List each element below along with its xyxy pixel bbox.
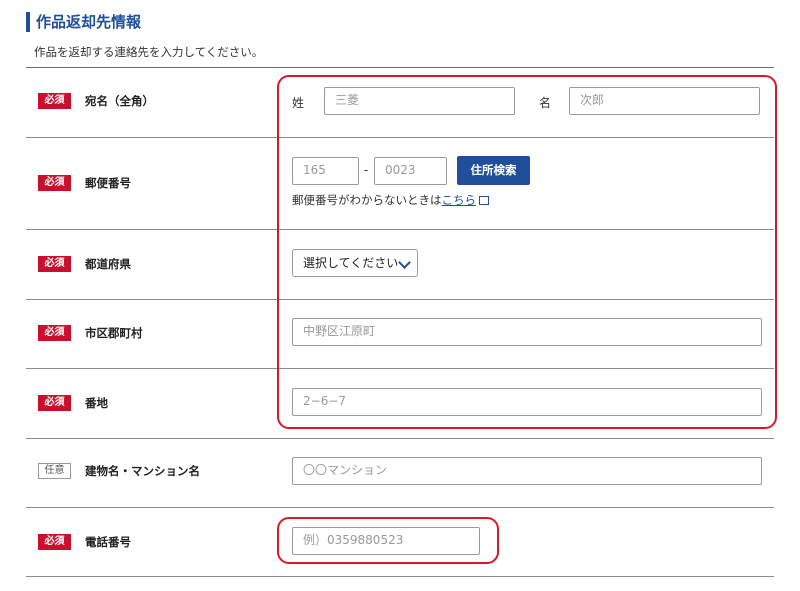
optional-badge: 任意	[38, 463, 71, 479]
required-badge: 必須	[38, 175, 71, 191]
title-accent-bar	[26, 12, 30, 32]
row-label-name: 必須 宛名（全角）	[38, 93, 154, 109]
required-badge: 必須	[38, 325, 71, 341]
required-badge: 必須	[38, 534, 71, 550]
required-badge: 必須	[38, 256, 71, 272]
required-badge: 必須	[38, 93, 71, 109]
row-label-phone: 必須 電話番号	[38, 534, 131, 550]
highlight-phone	[277, 517, 499, 564]
divider	[26, 438, 774, 439]
section-description: 作品を返却する連絡先を入力してください。	[34, 45, 264, 59]
row-label-postal: 必須 郵便番号	[38, 175, 131, 191]
required-badge: 必須	[38, 395, 71, 411]
row-label-city: 必須 市区郡町村	[38, 325, 143, 341]
section-title: 作品返却先情報	[36, 13, 142, 31]
row-label-prefecture: 必須 都道府県	[38, 256, 131, 272]
row-label-street: 必須 番地	[38, 395, 108, 411]
row-label-building: 任意 建物名・マンション名	[38, 463, 200, 479]
field-label: 電話番号	[85, 535, 131, 549]
field-label: 建物名・マンション名	[85, 464, 200, 478]
divider	[26, 507, 774, 508]
divider	[26, 67, 774, 68]
field-label: 市区郡町村	[85, 326, 143, 340]
highlight-address-group	[277, 75, 777, 429]
field-label: 都道府県	[85, 257, 131, 271]
field-label: 番地	[85, 396, 108, 410]
building-input[interactable]: 〇〇マンション	[292, 457, 762, 485]
field-label: 郵便番号	[85, 176, 131, 190]
field-label: 宛名（全角）	[85, 94, 154, 108]
divider	[26, 576, 774, 577]
